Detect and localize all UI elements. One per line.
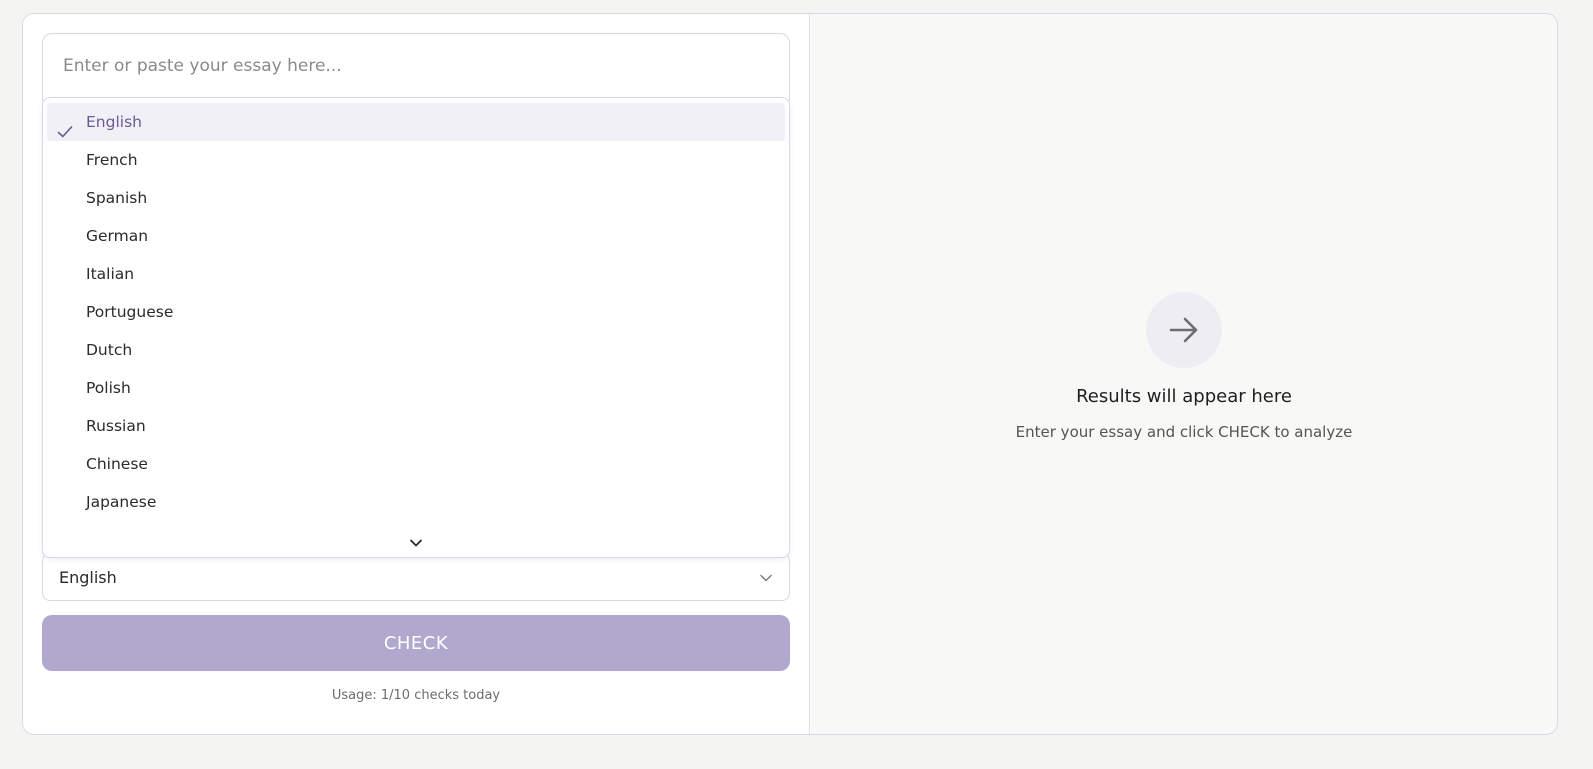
arrow-right-icon <box>1146 292 1222 368</box>
language-option-label: Portuguese <box>86 303 174 321</box>
language-option-dutch[interactable]: Dutch <box>47 331 785 369</box>
language-option-polish[interactable]: Polish <box>47 369 785 407</box>
language-option-spanish[interactable]: Spanish <box>47 179 785 217</box>
language-option-label: Spanish <box>86 189 148 207</box>
language-option-label: Polish <box>86 379 131 397</box>
language-option-label: Italian <box>86 265 135 283</box>
language-option-label: Dutch <box>86 341 133 359</box>
usage-counter: Usage: 1/10 checks today <box>331 688 501 703</box>
results-panel: Results will appear here Enter your essa… <box>811 14 1557 734</box>
input-panel: English French Spanish German Italian Po… <box>23 14 810 734</box>
results-subtitle: Enter your essay and click CHECK to anal… <box>1015 423 1353 441</box>
language-option-label: English <box>86 113 142 131</box>
language-select-value: English <box>59 567 117 587</box>
chevron-down-icon <box>409 533 423 552</box>
language-option-chinese[interactable]: Chinese <box>47 445 785 483</box>
results-title: Results will appear here <box>1076 386 1292 407</box>
language-dropdown-menu: English French Spanish German Italian Po… <box>42 97 790 558</box>
essay-checker-card: English French Spanish German Italian Po… <box>22 13 1558 735</box>
check-button[interactable]: CHECK <box>42 615 790 671</box>
language-option-label: Russian <box>86 417 146 435</box>
language-option-english[interactable]: English <box>47 103 785 141</box>
language-select[interactable]: English <box>42 553 790 601</box>
language-option-portuguese[interactable]: Portuguese <box>47 293 785 331</box>
check-icon <box>57 115 73 138</box>
language-option-label: German <box>86 227 149 245</box>
language-option-german[interactable]: German <box>47 217 785 255</box>
language-option-russian[interactable]: Russian <box>47 407 785 445</box>
results-empty-state: Results will appear here Enter your essa… <box>811 292 1557 441</box>
language-option-japanese[interactable]: Japanese <box>47 483 785 521</box>
language-option-label: Japanese <box>86 493 157 511</box>
language-option-french[interactable]: French <box>47 141 785 179</box>
language-option-label: Chinese <box>86 455 148 473</box>
language-option-italian[interactable]: Italian <box>47 255 785 293</box>
language-option-label: French <box>86 151 138 169</box>
scroll-down-button[interactable] <box>43 533 789 551</box>
chevron-down-icon <box>759 568 773 587</box>
